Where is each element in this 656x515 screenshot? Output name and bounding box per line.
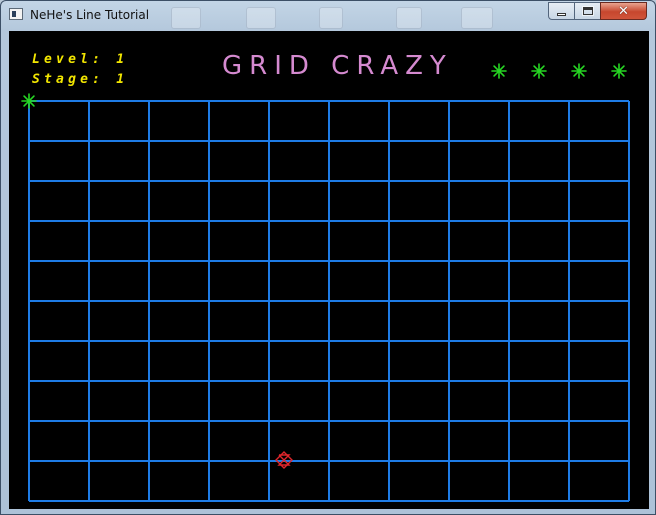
title-bar[interactable]: NeHe's Line Tutorial ✕ (1, 1, 655, 29)
life-icon (531, 63, 547, 79)
life-icon (611, 63, 627, 79)
app-window: NeHe's Line Tutorial ✕ Level: 1 Stage: 1… (0, 0, 656, 515)
window-title: NeHe's Line Tutorial (30, 8, 150, 22)
life-icon (571, 63, 587, 79)
life-icon (491, 63, 507, 79)
maximize-icon (581, 6, 594, 16)
maximize-button[interactable] (574, 2, 601, 20)
close-icon: ✕ (618, 3, 629, 19)
minimize-button[interactable] (548, 2, 575, 20)
taskbar-ghost-icon (246, 7, 276, 29)
grid-playfield (21, 63, 630, 502)
minimize-icon (557, 12, 566, 16)
folder-ghost-icon (319, 7, 343, 29)
player-icon (21, 93, 37, 109)
grid-lines (28, 100, 630, 502)
taskbar-ghost-icon (171, 7, 201, 29)
close-button[interactable]: ✕ (600, 2, 647, 20)
game-canvas[interactable]: Level: 1 Stage: 1 GRID CRAZY (9, 31, 649, 509)
taskbar-ghost-icon (461, 7, 493, 29)
taskbar-ghost-icon (396, 7, 422, 29)
app-window-icon[interactable] (9, 8, 23, 20)
